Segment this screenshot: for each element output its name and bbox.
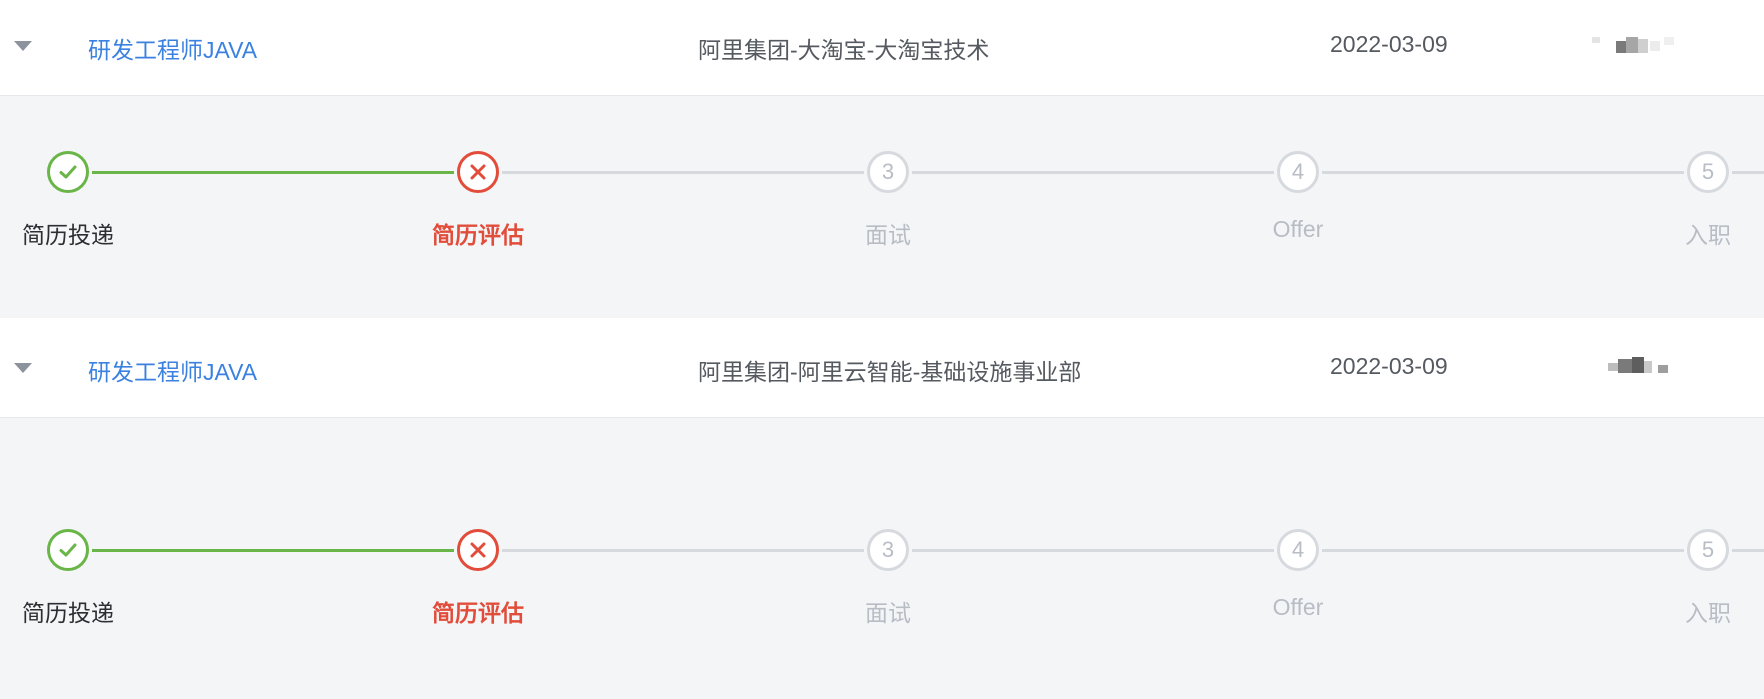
step-label: 面试 <box>865 600 911 626</box>
apply-date: 2022-03-09 <box>1330 31 1448 57</box>
blurred-owner-avatar <box>1608 357 1704 379</box>
application-row: 研发工程师JAVA 阿里集团-大淘宝-大淘宝技术 2022-03-09 <box>0 0 1764 96</box>
step-number-icon: 3 <box>867 529 909 571</box>
x-icon <box>457 529 499 571</box>
step-connector-line <box>1322 171 1684 174</box>
step-number-icon: 4 <box>1277 151 1319 193</box>
step-connector-line <box>912 549 1274 552</box>
step-label: Offer <box>1272 594 1324 620</box>
step-label: 入职 <box>1685 222 1731 248</box>
check-icon <box>47 529 89 571</box>
step-label: 简历评估 <box>432 222 524 248</box>
step-connector-line <box>1732 549 1764 552</box>
progress-steps: 简历投递 简历评估 3 面试 4 Offer 5 入职 <box>0 529 1764 699</box>
step-connector-line <box>92 549 454 552</box>
step-connector-line <box>502 171 864 174</box>
position-title-link[interactable]: 研发工程师JAVA <box>88 353 257 387</box>
step-connector-line <box>92 171 454 174</box>
position-title-link[interactable]: 研发工程师JAVA <box>88 31 257 65</box>
step-label: 入职 <box>1685 600 1731 626</box>
step-label: 简历评估 <box>432 600 524 626</box>
step-number-icon: 4 <box>1277 529 1319 571</box>
step-connector-line <box>502 549 864 552</box>
step-number: 5 <box>1701 537 1715 562</box>
step-number-icon: 5 <box>1687 151 1729 193</box>
check-icon <box>47 151 89 193</box>
step-label: 简历投递 <box>22 600 114 626</box>
blurred-owner-avatar <box>1592 35 1688 57</box>
application-row: 研发工程师JAVA 阿里集团-阿里云智能-基础设施事业部 2022-03-09 <box>0 318 1764 418</box>
caret-down-icon[interactable] <box>14 41 32 51</box>
department-text: 阿里集团-大淘宝-大淘宝技术 <box>698 37 990 63</box>
step-label: Offer <box>1272 216 1324 242</box>
caret-down-icon[interactable] <box>14 363 32 373</box>
step-number-icon: 3 <box>867 151 909 193</box>
step-number: 5 <box>1701 159 1715 184</box>
department-text: 阿里集团-阿里云智能-基础设施事业部 <box>698 359 1082 385</box>
step-connector-line <box>912 171 1274 174</box>
step-number: 3 <box>881 159 895 184</box>
progress-steps: 简历投递 简历评估 3 面试 4 Offer 5 入职 <box>0 151 1764 321</box>
step-label: 简历投递 <box>22 222 114 248</box>
step-connector-line <box>1322 549 1684 552</box>
apply-date: 2022-03-09 <box>1330 353 1448 379</box>
step-number: 4 <box>1291 159 1305 184</box>
step-number: 3 <box>881 537 895 562</box>
step-connector-line <box>1732 171 1764 174</box>
step-number-icon: 5 <box>1687 529 1729 571</box>
x-icon <box>457 151 499 193</box>
step-number: 4 <box>1291 537 1305 562</box>
step-label: 面试 <box>865 222 911 248</box>
